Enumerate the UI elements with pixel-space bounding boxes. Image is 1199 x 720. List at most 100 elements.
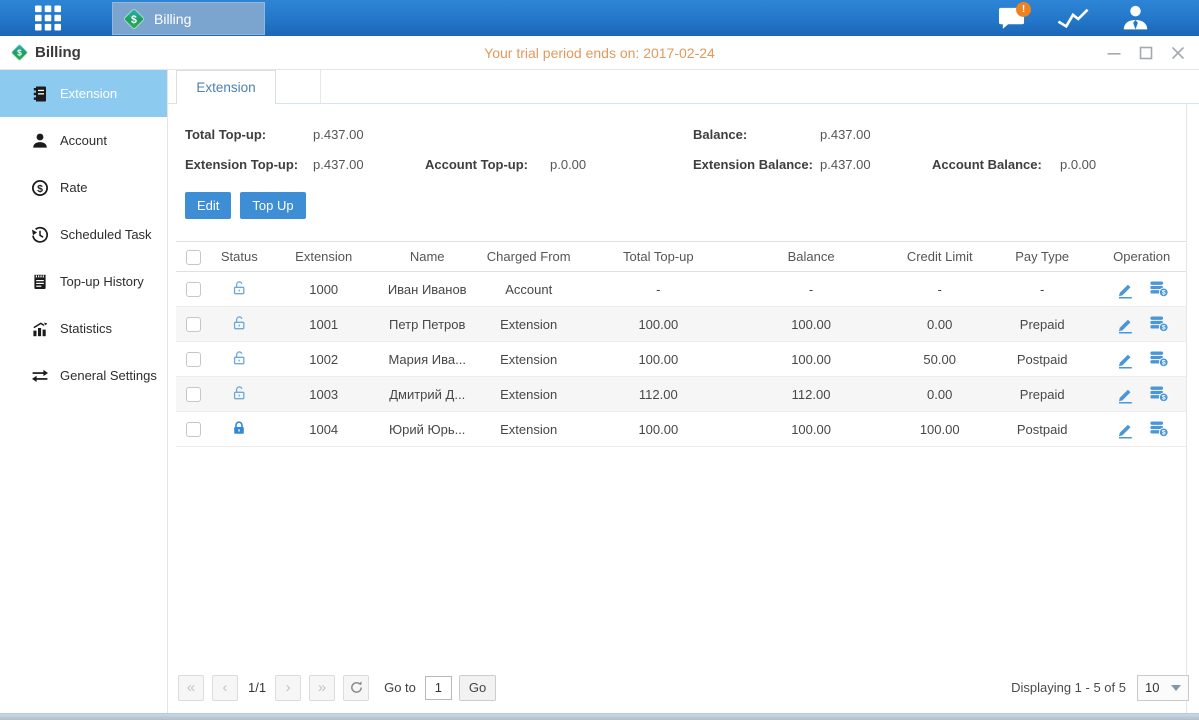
account-balance-value: p.0.00 bbox=[1060, 157, 1199, 172]
cell-operation: $ bbox=[1092, 412, 1191, 447]
window-title-group: $ Billing bbox=[0, 43, 81, 62]
sidebar-item-account[interactable]: Account bbox=[0, 117, 167, 164]
notification-badge: ! bbox=[1016, 2, 1031, 17]
table-row: 1000Иван ИвановAccount----$ bbox=[176, 272, 1191, 307]
page-size-select[interactable]: 10 bbox=[1137, 675, 1189, 701]
trial-notice: Your trial period ends on: 2017-02-24 bbox=[0, 45, 1199, 61]
edit-button[interactable]: Edit bbox=[185, 192, 231, 219]
taskbar-tab-billing[interactable]: $ Billing bbox=[112, 2, 265, 35]
row-checkbox[interactable] bbox=[186, 317, 201, 332]
cell-charged-from: Extension bbox=[475, 412, 582, 447]
billing-diamond-icon: $ bbox=[122, 7, 146, 31]
displaying-label: Displaying 1 - 5 of 5 bbox=[1011, 680, 1126, 695]
extension-topup-value: p.437.00 bbox=[313, 157, 425, 172]
cell-charged-from: Extension bbox=[475, 342, 582, 377]
sidebar-item-general-settings[interactable]: General Settings bbox=[0, 352, 167, 399]
lock-open-icon bbox=[231, 350, 247, 367]
table-body: 1000Иван ИвановAccount----$1001Петр Петр… bbox=[176, 272, 1191, 447]
cell-extension: 1003 bbox=[268, 377, 379, 412]
row-checkbox[interactable] bbox=[186, 282, 201, 297]
taskbar-status-icons: ! bbox=[993, 0, 1153, 36]
cell-extension: 1002 bbox=[268, 342, 379, 377]
window-title: Billing bbox=[35, 44, 81, 61]
topup-icon[interactable]: $ bbox=[1149, 315, 1169, 334]
last-page-button[interactable]: » bbox=[309, 675, 335, 701]
billing-app-window: $ Billing ! bbox=[0, 0, 1199, 720]
table-row: 1002Мария Ива...Extension100.00100.0050.… bbox=[176, 342, 1191, 377]
cell-name: Юрий Юрь... bbox=[379, 412, 475, 447]
sidebar-item-rate[interactable]: $Rate bbox=[0, 164, 167, 211]
edit-icon[interactable] bbox=[1115, 385, 1135, 404]
clock-icon bbox=[31, 226, 49, 244]
prev-page-button[interactable]: ‹ bbox=[212, 675, 238, 701]
balance-label: Balance: bbox=[693, 127, 820, 142]
column-header: Credit Limit bbox=[887, 242, 992, 272]
account-topup-value: p.0.00 bbox=[550, 157, 693, 172]
column-header: Balance bbox=[735, 242, 888, 272]
sidebar-item-scheduled-task[interactable]: Scheduled Task bbox=[0, 211, 167, 258]
sidebar-item-topup-history[interactable]: Top-up History bbox=[0, 258, 167, 305]
top-up-button[interactable]: Top Up bbox=[240, 192, 305, 219]
svg-text:$: $ bbox=[17, 48, 22, 58]
user-account-icon[interactable] bbox=[1117, 3, 1153, 33]
cell-balance: - bbox=[735, 272, 888, 307]
row-checkbox[interactable] bbox=[186, 422, 201, 437]
sidebar-item-statistics[interactable]: Statistics bbox=[0, 305, 167, 352]
refresh-icon[interactable] bbox=[343, 675, 369, 701]
edit-icon[interactable] bbox=[1115, 350, 1135, 369]
column-header: Charged From bbox=[475, 242, 582, 272]
total-topup-value: p.437.00 bbox=[313, 127, 425, 142]
column-header: Status bbox=[210, 242, 268, 272]
tab-extension[interactable]: Extension bbox=[176, 70, 276, 104]
row-checkbox[interactable] bbox=[186, 352, 201, 367]
notepad-icon bbox=[31, 273, 49, 291]
go-button[interactable]: Go bbox=[459, 675, 496, 701]
cell-name: Петр Петров bbox=[379, 307, 475, 342]
table-row: 1003Дмитрий Д...Extension112.00112.000.0… bbox=[176, 377, 1191, 412]
topup-icon[interactable]: $ bbox=[1149, 280, 1169, 299]
pagination-bar: « ‹ 1/1 › » Go to Go Displaying 1 - 5 of… bbox=[178, 674, 1189, 701]
chat-icon[interactable]: ! bbox=[993, 3, 1029, 33]
user-icon bbox=[31, 132, 49, 150]
row-checkbox[interactable] bbox=[186, 387, 201, 402]
action-buttons: Edit Top Up bbox=[185, 192, 1199, 219]
cell-pay-type: Postpaid bbox=[992, 342, 1092, 377]
taskbar-tab-label: Billing bbox=[154, 11, 191, 27]
cell-extension: 1001 bbox=[268, 307, 379, 342]
sidebar-item-label: Account bbox=[60, 133, 107, 148]
cell-balance: 100.00 bbox=[735, 307, 888, 342]
sidebar-item-label: Extension bbox=[60, 86, 117, 101]
goto-page-input[interactable] bbox=[425, 676, 452, 700]
maximize-button[interactable] bbox=[1138, 46, 1153, 61]
svg-text:$: $ bbox=[1162, 394, 1166, 401]
cell-credit-limit: 0.00 bbox=[887, 377, 992, 412]
page-size-value: 10 bbox=[1145, 680, 1159, 695]
billing-diamond-icon: $ bbox=[10, 43, 29, 62]
scrollbar-track[interactable] bbox=[1186, 104, 1199, 713]
apps-grid-icon[interactable] bbox=[34, 5, 62, 31]
select-all-checkbox[interactable] bbox=[186, 250, 201, 265]
cell-charged-from: Extension bbox=[475, 377, 582, 412]
sidebar-item-extension[interactable]: Extension bbox=[0, 70, 167, 117]
resource-monitor-icon[interactable] bbox=[1055, 3, 1091, 33]
balance-value: p.437.00 bbox=[820, 127, 932, 142]
close-button[interactable] bbox=[1170, 46, 1185, 61]
edit-icon[interactable] bbox=[1115, 420, 1135, 439]
lock-open-icon bbox=[231, 315, 247, 332]
lock-open-icon bbox=[231, 280, 247, 297]
column-header: Extension bbox=[268, 242, 379, 272]
first-page-button[interactable]: « bbox=[178, 675, 204, 701]
cell-operation: $ bbox=[1092, 272, 1191, 307]
sidebar-item-label: Scheduled Task bbox=[60, 227, 152, 242]
edit-icon[interactable] bbox=[1115, 280, 1135, 299]
sliders-icon bbox=[31, 367, 49, 385]
cell-extension: 1004 bbox=[268, 412, 379, 447]
topup-icon[interactable]: $ bbox=[1149, 420, 1169, 439]
edit-icon[interactable] bbox=[1115, 315, 1135, 334]
topup-icon[interactable]: $ bbox=[1149, 350, 1169, 369]
minimize-button[interactable] bbox=[1106, 46, 1121, 61]
topup-icon[interactable]: $ bbox=[1149, 385, 1169, 404]
account-topup-label: Account Top-up: bbox=[425, 157, 550, 172]
sidebar-item-label: General Settings bbox=[60, 368, 157, 383]
next-page-button[interactable]: › bbox=[275, 675, 301, 701]
